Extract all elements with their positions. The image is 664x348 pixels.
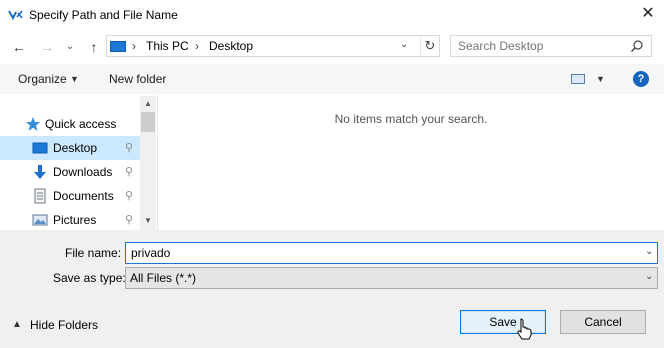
sidebar-item-downloads[interactable]: Downloads ⚲ xyxy=(0,160,140,184)
close-icon[interactable]: ✕ xyxy=(638,4,658,24)
save-as-type-select[interactable] xyxy=(125,267,658,289)
download-arrow-icon xyxy=(34,165,46,179)
sidebar-item-label: Desktop xyxy=(53,141,98,155)
desktop-icon xyxy=(32,142,48,154)
window-title: Specify Path and File Name xyxy=(29,8,178,22)
pictures-icon xyxy=(32,214,48,226)
sidebar-item-label: Pictures xyxy=(53,213,97,227)
pin-icon[interactable]: ⚲ xyxy=(125,213,133,226)
search-icon[interactable] xyxy=(630,39,644,53)
back-arrow-icon[interactable]: ← xyxy=(9,37,29,57)
documents-icon xyxy=(34,188,46,204)
sidebar-item-label: Quick access xyxy=(45,117,117,131)
sidebar-item-label: Documents xyxy=(53,189,114,203)
pin-icon[interactable]: ⚲ xyxy=(125,141,133,154)
mouse-pointer-icon xyxy=(517,318,532,340)
address-dropdown-icon[interactable]: ⌄ xyxy=(400,39,408,50)
cancel-button[interactable]: Cancel xyxy=(560,310,646,334)
change-view-icon[interactable] xyxy=(571,74,585,84)
refresh-icon[interactable]: ↻ xyxy=(420,36,439,56)
scroll-up-icon[interactable]: ▲ xyxy=(140,97,156,111)
save-as-type-label: Save as type: xyxy=(53,271,126,285)
forward-arrow-icon[interactable]: → xyxy=(37,37,57,57)
sidebar-item-quick-access[interactable]: Quick access xyxy=(0,112,140,136)
hide-folders-button[interactable]: Hide Folders xyxy=(30,318,98,332)
app-icon xyxy=(8,10,23,21)
breadcrumb-this-pc[interactable]: This PC xyxy=(146,39,189,53)
new-folder-button[interactable]: New folder xyxy=(109,72,166,86)
scroll-down-icon[interactable]: ▼ xyxy=(140,214,156,228)
empty-results-message: No items match your search. xyxy=(334,112,488,126)
file-name-label: File name: xyxy=(65,246,122,260)
up-arrow-icon[interactable]: ↑ xyxy=(84,37,104,57)
breadcrumb-separator-icon: › xyxy=(132,39,136,53)
save-button[interactable]: Save xyxy=(460,310,546,334)
caret-down-icon[interactable]: ▼ xyxy=(70,74,79,84)
sidebar-item-documents[interactable]: Documents ⚲ xyxy=(0,184,140,208)
chevron-up-icon[interactable]: ▲ xyxy=(12,319,22,330)
sidebar-item-label: Downloads xyxy=(53,165,113,179)
save-as-type-value[interactable]: All Files (*.*) xyxy=(130,271,196,285)
organize-menu-button[interactable]: Organize xyxy=(18,72,67,86)
command-bar xyxy=(0,64,664,94)
pin-icon[interactable]: ⚲ xyxy=(125,165,133,178)
recent-locations-chevron-icon[interactable]: ⌄ xyxy=(63,37,77,57)
sidebar-item-desktop[interactable]: Desktop ⚲ xyxy=(0,136,140,160)
pin-icon[interactable]: ⚲ xyxy=(125,189,133,202)
star-icon xyxy=(26,117,40,131)
view-options-caret-icon[interactable]: ▼ xyxy=(596,74,605,84)
search-input[interactable] xyxy=(458,39,628,53)
this-pc-icon xyxy=(110,41,126,52)
help-icon[interactable]: ? xyxy=(633,71,649,87)
file-name-input[interactable] xyxy=(125,242,658,264)
file-name-dropdown-icon[interactable]: ⌄ xyxy=(645,246,653,257)
sidebar-item-pictures[interactable]: Pictures ⚲ xyxy=(0,208,140,232)
save-as-type-dropdown-icon[interactable]: ⌄ xyxy=(645,271,653,282)
breadcrumb-separator-icon[interactable]: › xyxy=(195,39,199,53)
scrollbar-thumb[interactable] xyxy=(141,112,155,132)
breadcrumb-desktop[interactable]: Desktop xyxy=(209,39,253,53)
